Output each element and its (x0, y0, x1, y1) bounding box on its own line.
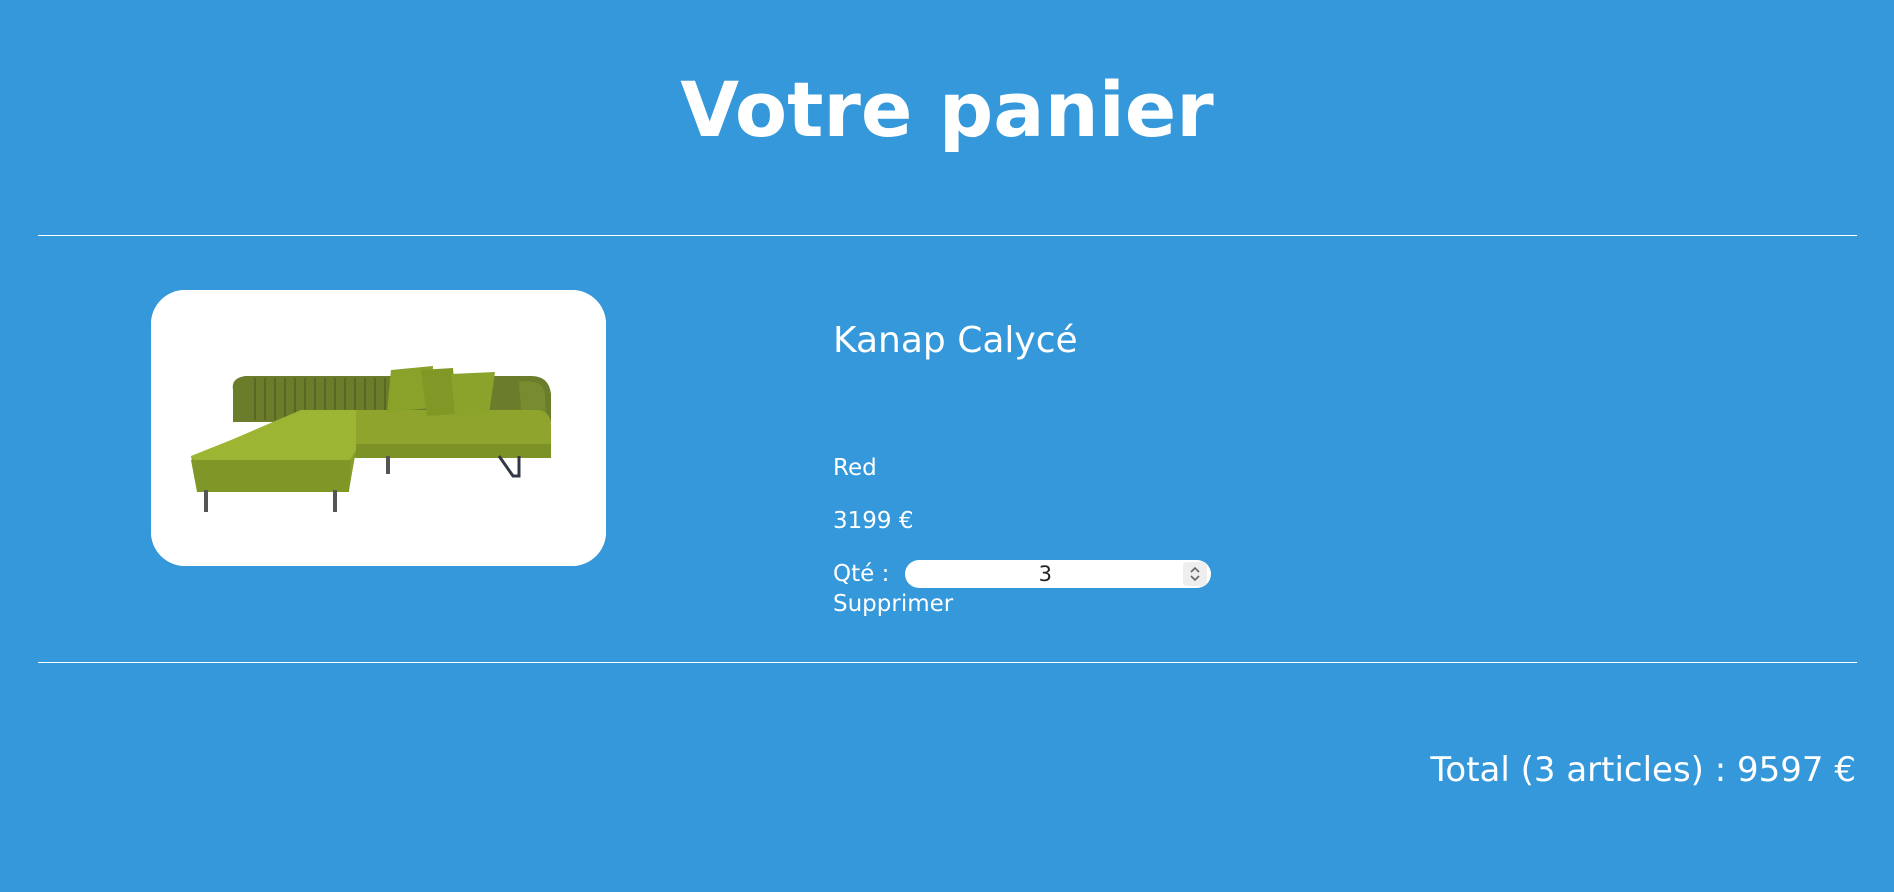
green-sofa-product-image (151, 290, 606, 566)
chevron-down-icon[interactable] (1189, 574, 1201, 582)
quantity-row: Qté : (833, 559, 1212, 589)
delete-item-button[interactable]: Supprimer (833, 589, 953, 619)
quantity-input[interactable] (909, 561, 1182, 587)
product-image (151, 290, 606, 566)
product-price: 3199 € (833, 508, 914, 534)
chevron-up-icon[interactable] (1189, 566, 1201, 574)
product-color: Red (833, 455, 877, 481)
page-title: Votre panier (680, 64, 1214, 154)
top-divider (38, 235, 1857, 236)
quantity-label: Qté : (833, 561, 890, 587)
bottom-divider (38, 662, 1857, 663)
product-name: Kanap Calycé (833, 320, 1078, 361)
quantity-stepper[interactable] (905, 560, 1212, 588)
quantity-spinner[interactable] (1183, 562, 1208, 586)
cart-total: Total (3 articles) : 9597 € (1430, 750, 1856, 790)
